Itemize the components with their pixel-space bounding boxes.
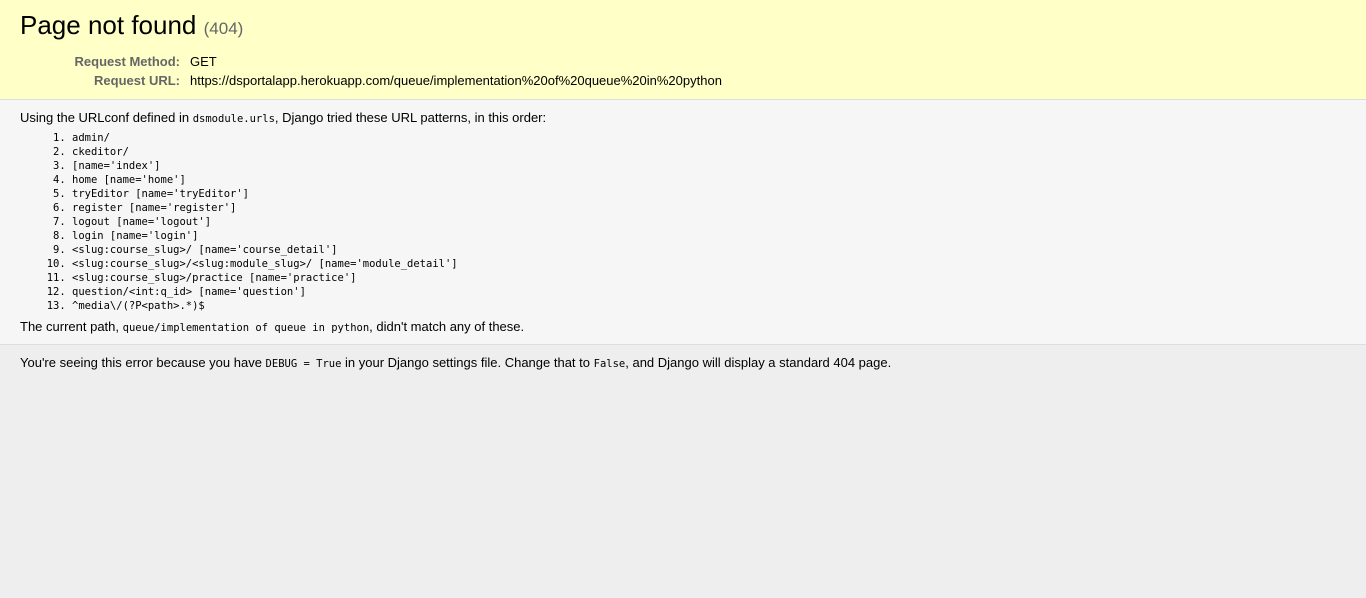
url-pattern-item: <slug:course_slug>/<slug:module_slug>/ [… (72, 257, 1346, 271)
status-code: (404) (203, 19, 244, 38)
url-pattern-item: home [name='home'] (72, 173, 1346, 187)
request-method-label: Request Method: (74, 54, 180, 69)
page-title-text: Page not found (20, 10, 197, 40)
url-pattern-item: tryEditor [name='tryEditor'] (72, 187, 1346, 201)
url-pattern-item: admin/ (72, 131, 1346, 145)
urlconf-name: dsmodule.urls (192, 113, 275, 125)
url-pattern-item: ^media\/(?P<path>.*)$ (72, 299, 1346, 313)
url-pattern-item: register [name='register'] (72, 201, 1346, 215)
request-method-value: GET (190, 54, 217, 69)
url-pattern-item: logout [name='logout'] (72, 215, 1346, 229)
intro-after: , Django tried these URL patterns, in th… (274, 110, 547, 125)
url-pattern-item: [name='index'] (72, 159, 1346, 173)
explanation-part-1: You're seeing this error because you hav… (20, 355, 266, 370)
request-url-row: Request URL: https://dsportalapp.herokua… (20, 73, 722, 92)
explanation-part-2: in your Django settings file. Change tha… (341, 355, 594, 370)
url-pattern-item: ckeditor/ (72, 145, 1346, 159)
url-pattern-list: admin/ckeditor/[name='index']home [name=… (20, 131, 1346, 313)
url-pattern-item: question/<int:q_id> [name='question'] (72, 285, 1346, 299)
current-path-message: The current path, queue/implementation o… (20, 319, 1346, 334)
request-method-row: Request Method: GET (20, 54, 722, 73)
debug-explanation: You're seeing this error because you hav… (0, 345, 1366, 380)
url-pattern-item: <slug:course_slug>/ [name='course_detail… (72, 243, 1346, 257)
url-pattern-item: login [name='login'] (72, 229, 1346, 243)
current-path: queue/implementation of queue in python (122, 322, 370, 334)
intro-before: Using the URLconf defined in (20, 110, 193, 125)
debug-setting-code: DEBUG = True (265, 358, 342, 370)
request-url-label: Request URL: (94, 73, 180, 88)
request-meta-table: Request Method: GET Request URL: https:/… (20, 54, 722, 92)
error-summary: Page not found (404) Request Method: GET… (0, 0, 1366, 100)
url-patterns-info: Using the URLconf defined in dsmodule.ur… (0, 100, 1366, 345)
request-url-value: https://dsportalapp.herokuapp.com/queue/… (190, 73, 722, 88)
url-pattern-item: <slug:course_slug>/practice [name='pract… (72, 271, 1346, 285)
explanation-part-3: , and Django will display a standard 404… (625, 355, 892, 370)
false-code: False (593, 358, 626, 370)
urlconf-intro: Using the URLconf defined in dsmodule.ur… (20, 110, 1346, 125)
explanation-text: You're seeing this error because you hav… (20, 355, 1346, 370)
page-title: Page not found (404) (20, 10, 1346, 44)
current-path-after: , didn't match any of these. (369, 319, 525, 334)
current-path-before: The current path, (20, 319, 123, 334)
